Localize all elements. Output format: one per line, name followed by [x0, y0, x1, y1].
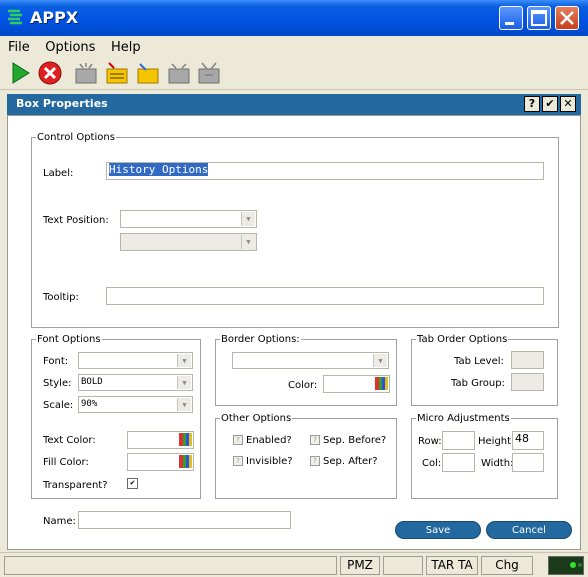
font-caption: Font:	[43, 356, 69, 367]
edit-icon[interactable]	[105, 61, 129, 85]
tab-group-input[interactable]	[511, 373, 544, 391]
chevron-down-icon: ▼	[373, 354, 387, 367]
height-input[interactable]: 48	[512, 431, 544, 450]
tooltip-input[interactable]	[106, 287, 544, 305]
chevron-down-icon: ▼	[241, 235, 255, 249]
scale-caption: Scale:	[43, 400, 74, 411]
width-caption: Width:	[481, 458, 514, 469]
scale-select[interactable]: 90% ▼	[78, 396, 193, 413]
enabled-checkbox[interactable]: ?	[233, 435, 243, 445]
dialog-close-button[interactable]: ✕	[560, 96, 576, 112]
width-input[interactable]	[512, 453, 544, 472]
tab-group-caption: Tab Group:	[451, 378, 505, 389]
font-select[interactable]: ▼	[78, 352, 193, 369]
color-picker-icon[interactable]	[375, 377, 388, 390]
window-title: APPX	[30, 8, 79, 27]
maximize-icon	[531, 10, 547, 26]
tooltip-caption: Tooltip:	[43, 292, 79, 303]
micro-adjustments-legend: Micro Adjustments	[417, 413, 510, 424]
inbox-icon[interactable]	[197, 61, 221, 85]
status-segment-blank	[383, 556, 423, 575]
tab-order-options-legend: Tab Order Options	[417, 334, 508, 345]
text-position-caption: Text Position:	[43, 215, 109, 226]
activity-indicator-icon	[548, 556, 584, 575]
color-picker-icon[interactable]	[179, 455, 192, 468]
name-caption: Name:	[43, 516, 76, 527]
style-select[interactable]: BOLD ▼	[78, 374, 193, 391]
cancel-button[interactable]: Cancel	[486, 521, 572, 539]
border-options-group: Border Options:	[215, 334, 397, 406]
chevron-down-icon: ▼	[177, 354, 191, 367]
minimize-icon	[505, 22, 514, 25]
menu-options[interactable]: Options	[45, 40, 95, 55]
transparent-caption: Transparent?	[43, 480, 108, 491]
label-input-value: History Options	[109, 163, 209, 176]
dialog-panel: Control Options Label: History Options T…	[7, 115, 581, 550]
folder-open-icon[interactable]	[136, 61, 160, 85]
toolbar	[0, 58, 588, 90]
font-options-legend: Font Options	[37, 334, 101, 345]
scale-value: 90%	[81, 399, 98, 409]
status-segment-chg: Chg	[481, 556, 533, 575]
border-color-caption: Color:	[288, 380, 318, 391]
app-icon	[6, 8, 24, 26]
menu-bar: File Options Help	[0, 36, 588, 58]
transparent-checkbox[interactable]: ✔	[127, 478, 138, 489]
invisible-caption: Invisible?	[246, 456, 293, 467]
sep-after-caption: Sep. After?	[323, 456, 378, 467]
chevron-down-icon: ▼	[177, 376, 191, 389]
chevron-down-icon: ▼	[241, 212, 255, 226]
enabled-caption: Enabled?	[246, 435, 292, 446]
sep-after-checkbox[interactable]: ?	[310, 456, 320, 466]
menu-file[interactable]: File	[8, 40, 30, 55]
dialog-titlebar: Box Properties ? ✔ ✕	[7, 94, 581, 115]
tab-level-input[interactable]	[511, 351, 544, 369]
sep-before-caption: Sep. Before?	[323, 435, 387, 446]
run-icon[interactable]	[8, 61, 32, 85]
text-color-caption: Text Color:	[43, 435, 96, 446]
close-icon	[560, 11, 574, 25]
help-button[interactable]: ?	[524, 96, 540, 112]
stop-icon[interactable]	[38, 61, 62, 85]
tab-order-options-group: Tab Order Options	[411, 334, 558, 406]
fill-color-caption: Fill Color:	[43, 457, 89, 468]
window-titlebar: APPX	[0, 0, 588, 36]
maximize-button[interactable]	[527, 6, 551, 30]
status-segment-tar: TAR TA	[426, 556, 478, 575]
sep-before-checkbox[interactable]: ?	[310, 435, 320, 445]
color-picker-icon[interactable]	[179, 433, 192, 446]
minimize-button[interactable]	[499, 6, 523, 30]
ok-check-button[interactable]: ✔	[542, 96, 558, 112]
border-options-legend: Border Options:	[221, 334, 300, 345]
text-position-secondary-select[interactable]: ▼	[120, 233, 257, 251]
save-button[interactable]: Save	[395, 521, 481, 539]
folder-new-icon[interactable]	[74, 61, 98, 85]
folder-icon[interactable]	[167, 61, 191, 85]
style-value: BOLD	[81, 377, 103, 387]
col-caption: Col:	[422, 458, 442, 469]
invisible-checkbox[interactable]: ?	[233, 456, 243, 466]
menu-help[interactable]: Help	[111, 40, 141, 55]
row-caption: Row:	[418, 436, 442, 447]
label-input[interactable]: History Options	[106, 162, 544, 180]
close-button[interactable]	[555, 6, 579, 30]
dialog-title: Box Properties	[16, 97, 108, 110]
chevron-down-icon: ▼	[177, 398, 191, 411]
other-options-legend: Other Options	[221, 413, 292, 424]
status-segment-pmz: PMZ	[340, 556, 380, 575]
row-input[interactable]	[442, 431, 475, 450]
label-caption: Label:	[43, 168, 74, 179]
text-position-select[interactable]: ▼	[120, 210, 257, 228]
status-bar: PMZ TAR TA Chg	[0, 552, 588, 576]
control-options-legend: Control Options	[37, 132, 115, 143]
tab-level-caption: Tab Level:	[454, 356, 504, 367]
col-input[interactable]	[442, 453, 475, 472]
height-caption: Height:	[478, 436, 515, 447]
style-caption: Style:	[43, 378, 72, 389]
name-input[interactable]	[78, 511, 291, 529]
border-style-select[interactable]: ▼	[232, 352, 389, 369]
status-segment-main	[4, 556, 337, 575]
